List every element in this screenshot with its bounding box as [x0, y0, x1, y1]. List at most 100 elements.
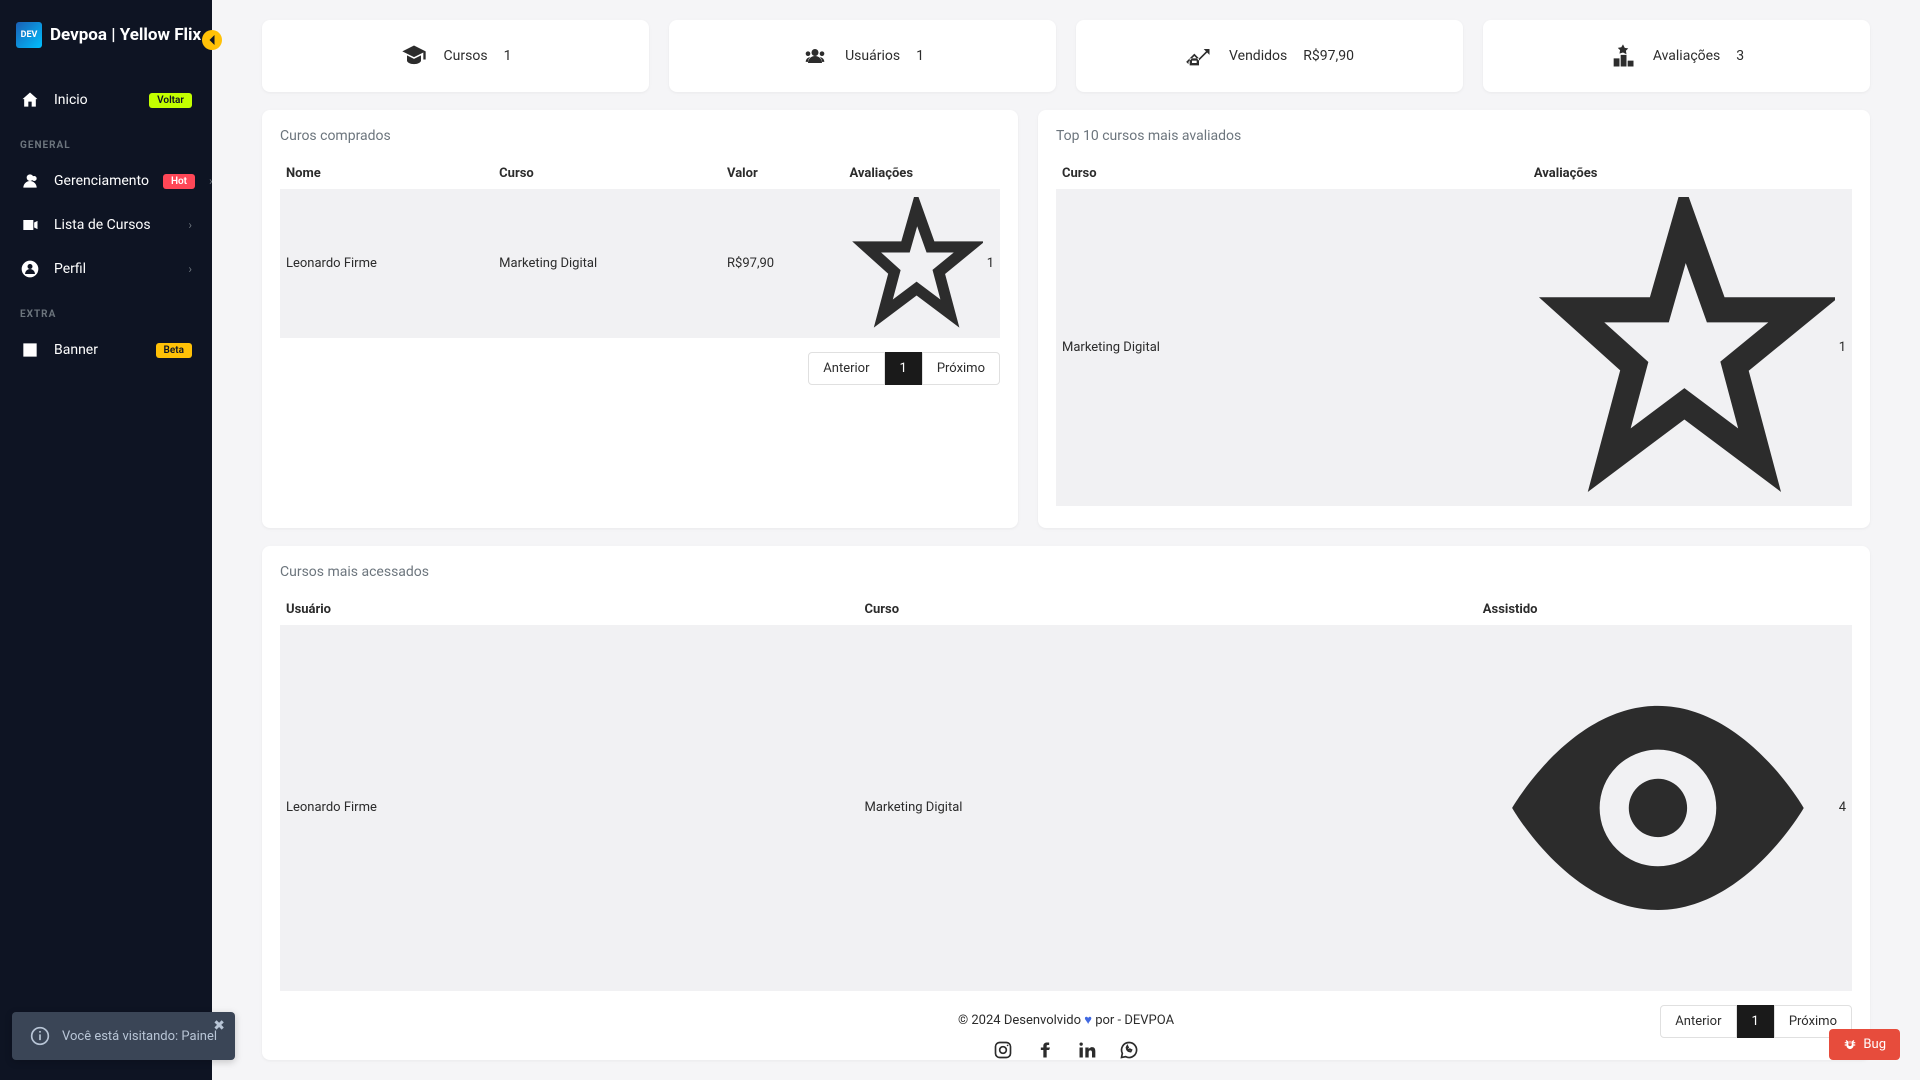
user-icon: [20, 259, 40, 279]
nav-item-banner[interactable]: Banner Beta: [0, 328, 212, 372]
stats-row: Cursos 1 Usuários 1 Vendidos R$97,90 Ava…: [262, 20, 1870, 92]
stat-card-cursos: Cursos 1: [262, 20, 649, 92]
cell-curso: Marketing Digital: [859, 625, 1477, 991]
nav-section-general: GENERAL: [0, 122, 212, 159]
panels-row: Curos comprados Nome Curso Valor Avaliaç…: [262, 110, 1870, 528]
cell-rating: 1: [844, 189, 1001, 338]
cell-nome: Leonardo Firme: [280, 189, 493, 338]
collapse-button[interactable]: [202, 30, 222, 50]
th-avaliacoes: Avaliações: [844, 158, 1001, 189]
panel-top-avaliados: Top 10 cursos mais avaliados Curso Avali…: [1038, 110, 1870, 528]
nav-item-gerenciamento[interactable]: Gerenciamento Hot ›: [0, 159, 212, 203]
stat-label: Vendidos: [1229, 48, 1287, 64]
stat-value: 1: [504, 48, 512, 64]
nav-section-extra: EXTRA: [0, 291, 212, 328]
toast-message: Você está visitando: Painel: [62, 1029, 217, 1044]
cell-usuario: Leonardo Firme: [280, 625, 859, 991]
th-curso: Curso: [1056, 158, 1528, 189]
users-icon: [20, 171, 40, 191]
video-icon: [20, 215, 40, 235]
image-icon: [20, 340, 40, 360]
stat-card-usuarios: Usuários 1: [669, 20, 1056, 92]
panel-title: Curos comprados: [280, 128, 1000, 144]
th-nome: Nome: [280, 158, 493, 189]
th-assistido: Assistido: [1477, 594, 1852, 625]
stat-card-vendidos: Vendidos R$97,90: [1076, 20, 1463, 92]
sidebar-header: DEV Devpoa | Yellow Flix: [0, 0, 212, 70]
pagination: Anterior 1 Próximo: [280, 352, 1000, 385]
sidebar: DEV Devpoa | Yellow Flix Inicio Voltar G…: [0, 0, 212, 1080]
heart-icon: ♥: [1084, 1013, 1092, 1028]
panel-comprados: Curos comprados Nome Curso Valor Avaliaç…: [262, 110, 1018, 528]
badge-voltar: Voltar: [149, 93, 192, 108]
nav-label: Inicio: [54, 92, 135, 108]
stat-value: R$97,90: [1303, 48, 1354, 64]
whatsapp-icon[interactable]: [1119, 1040, 1139, 1060]
badge-hot: Hot: [163, 174, 195, 189]
table-row: Marketing Digital 1: [1056, 189, 1852, 506]
table-row: Leonardo Firme Marketing Digital R$97,90…: [280, 189, 1000, 338]
th-avaliacoes: Avaliações: [1528, 158, 1852, 189]
info-icon: [30, 1026, 50, 1046]
toast-close-button[interactable]: ✖: [213, 1018, 225, 1034]
bug-icon: [1843, 1038, 1857, 1052]
users-group-icon: [801, 42, 829, 70]
facebook-icon[interactable]: [1035, 1040, 1055, 1060]
star-icon: [850, 197, 983, 330]
home-icon: [20, 90, 40, 110]
page-next-button[interactable]: Próximo: [922, 352, 1000, 385]
chevron-right-icon: ›: [188, 262, 192, 276]
nav-label: Lista de Cursos: [54, 217, 174, 233]
footer: © 2024 Desenvolvido ♥ por - DEVPOA: [212, 1012, 1920, 1060]
social-links: [212, 1040, 1920, 1060]
stat-value: 3: [1736, 48, 1744, 64]
nav-item-perfil[interactable]: Perfil ›: [0, 247, 212, 291]
cell-views: 4: [1477, 625, 1852, 991]
linkedin-icon[interactable]: [1077, 1040, 1097, 1060]
nav: Inicio Voltar GENERAL Gerenciamento Hot …: [0, 70, 212, 380]
stat-label: Cursos: [444, 48, 488, 64]
eye-icon: [1483, 633, 1833, 983]
stat-label: Usuários: [845, 48, 900, 64]
table-row: Leonardo Firme Marketing Digital 4: [280, 625, 1852, 991]
nav-label: Banner: [54, 342, 142, 358]
cell-valor: R$97,90: [721, 189, 843, 338]
table-comprados: Nome Curso Valor Avaliações Leonardo Fir…: [280, 158, 1000, 338]
table-top-avaliados: Curso Avaliações Marketing Digital 1: [1056, 158, 1852, 506]
panel-title: Top 10 cursos mais avaliados: [1056, 128, 1852, 144]
logo-icon: DEV: [16, 22, 42, 48]
main-content: Cursos 1 Usuários 1 Vendidos R$97,90 Ava…: [212, 0, 1920, 1080]
graduation-icon: [400, 42, 428, 70]
panel-mais-acessados: Cursos mais acessados Usuário Curso Assi…: [262, 546, 1870, 1060]
th-curso: Curso: [493, 158, 721, 189]
nav-label: Gerenciamento: [54, 173, 149, 189]
stat-value: 1: [916, 48, 924, 64]
nav-label: Perfil: [54, 261, 174, 277]
nav-item-lista-cursos[interactable]: Lista de Cursos ›: [0, 203, 212, 247]
th-usuario: Usuário: [280, 594, 859, 625]
badge-beta: Beta: [156, 343, 192, 358]
table-mais-acessados: Usuário Curso Assistido Leonardo Firme M…: [280, 594, 1852, 991]
instagram-icon[interactable]: [993, 1040, 1013, 1060]
chevron-left-icon: [202, 30, 222, 50]
page-number-button[interactable]: 1: [885, 352, 922, 385]
th-valor: Valor: [721, 158, 843, 189]
th-curso: Curso: [859, 594, 1477, 625]
footer-text: © 2024 Desenvolvido ♥ por - DEVPOA: [212, 1012, 1920, 1028]
ratings-icon: [1609, 42, 1637, 70]
cell-curso: Marketing Digital: [1056, 189, 1528, 506]
chevron-right-icon: ›: [188, 218, 192, 232]
cell-rating: 1: [1528, 189, 1852, 506]
bug-report-button[interactable]: Bug: [1829, 1029, 1900, 1060]
chevron-right-icon: ›: [209, 174, 213, 188]
page-prev-button[interactable]: Anterior: [808, 352, 884, 385]
stat-label: Avaliações: [1653, 48, 1720, 64]
star-icon: [1534, 197, 1835, 498]
sales-icon: [1185, 42, 1213, 70]
stat-card-avaliacoes: Avaliações 3: [1483, 20, 1870, 92]
panel-title: Cursos mais acessados: [280, 564, 1852, 580]
toast-notification: Você está visitando: Painel ✖: [12, 1012, 235, 1060]
nav-item-inicio[interactable]: Inicio Voltar: [0, 78, 212, 122]
cell-curso: Marketing Digital: [493, 189, 721, 338]
brand-title: Devpoa | Yellow Flix: [50, 25, 201, 45]
